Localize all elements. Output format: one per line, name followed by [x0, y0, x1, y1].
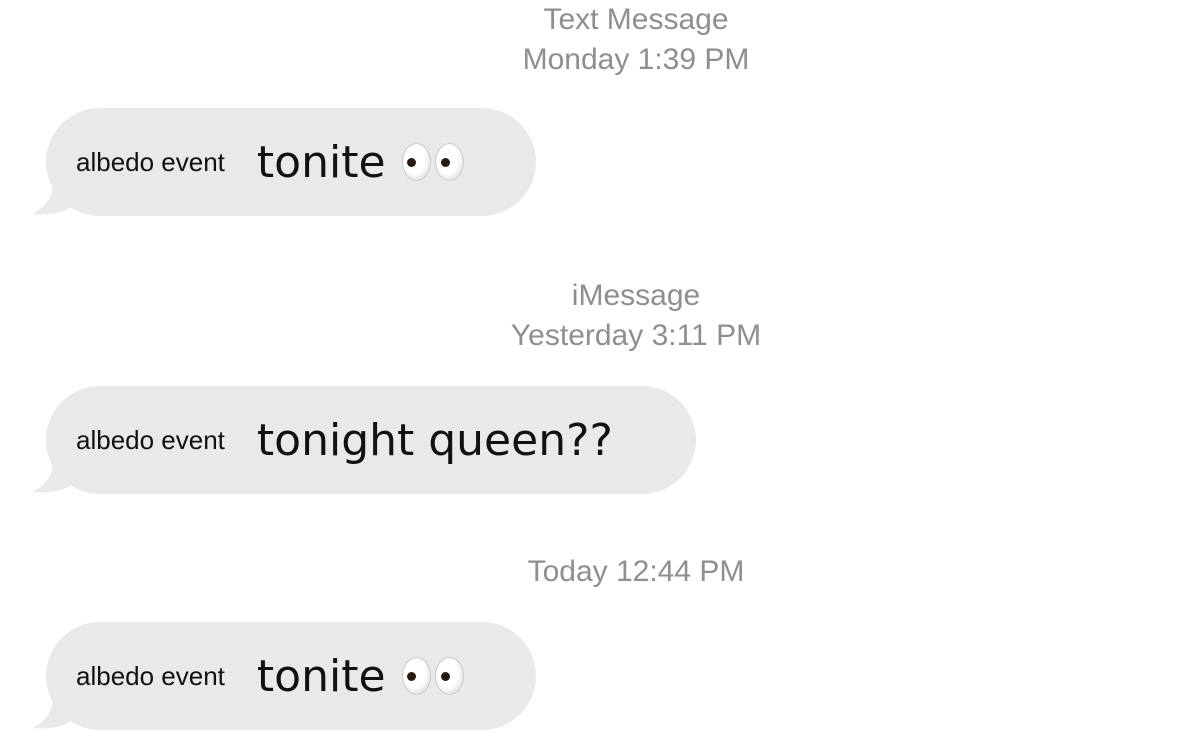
- timestamp-label: Monday 1:39 PM: [522, 43, 750, 76]
- eyes-emoji-icon: [401, 143, 468, 181]
- right-eye-icon: [434, 657, 464, 695]
- bubble-tail: [32, 170, 78, 215]
- bubble-tail: [32, 448, 78, 493]
- right-eye-icon: [434, 143, 464, 181]
- message-text: tonite: [256, 136, 386, 188]
- left-eye-icon: [401, 143, 431, 181]
- message-thread: Text Message Monday 1:39 PM albedo event…: [0, 0, 1200, 750]
- timestamp-header: Today 12:44 PM: [436, 552, 836, 592]
- timestamp-header: Text Message Monday 1:39 PM: [436, 0, 836, 80]
- sender-name: albedo event: [76, 660, 225, 691]
- message-text: tonight queen??: [256, 414, 613, 466]
- incoming-message-bubble[interactable]: albedo event tonite: [32, 622, 536, 730]
- timestamp-label: Today 12:44 PM: [527, 555, 745, 588]
- sender-name: albedo event: [76, 146, 225, 177]
- left-eye-icon: [401, 657, 431, 695]
- sender-name: albedo event: [76, 424, 225, 455]
- service-label: Text Message: [543, 3, 729, 36]
- incoming-message-bubble[interactable]: albedo event tonite: [32, 108, 536, 216]
- eyes-emoji-icon: [401, 657, 468, 695]
- message-text: tonite: [256, 650, 386, 702]
- timestamp-label: Yesterday 3:11 PM: [510, 319, 762, 352]
- incoming-message-bubble[interactable]: albedo event tonight queen??: [32, 386, 696, 494]
- service-label: iMessage: [571, 279, 701, 312]
- timestamp-header: iMessage Yesterday 3:11 PM: [436, 276, 836, 356]
- bubble-tail: [32, 684, 78, 729]
